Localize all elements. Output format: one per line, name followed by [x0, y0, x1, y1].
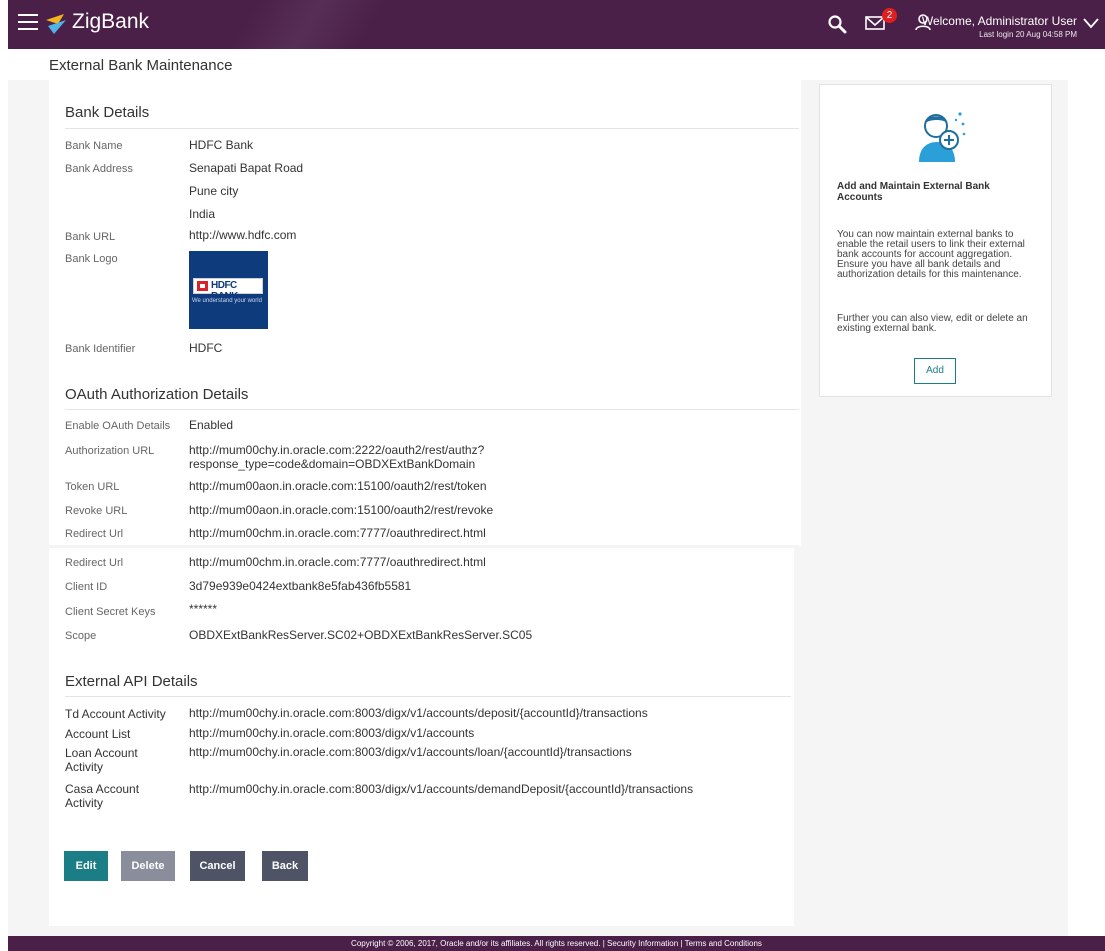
token-url-value: http://mum00aon.in.oracle.com:15100/oaut… — [189, 479, 487, 493]
bank-address-label: Bank Address — [65, 163, 133, 175]
last-login-text: Last login 20 Aug 04:58 PM — [979, 30, 1077, 39]
zigbank-logo-icon — [46, 14, 66, 34]
external-api-heading: External API Details — [65, 673, 198, 690]
section-divider — [65, 696, 791, 697]
address-line1: Senapati Bapat Road — [189, 161, 304, 175]
help-card-text-2: Further you can also view, edit or delet… — [837, 313, 1028, 334]
logo-strip: HDFC BANK — [193, 278, 263, 302]
section-divider — [65, 128, 799, 129]
page-title: External Bank Maintenance — [49, 57, 233, 74]
footer-separator: | — [680, 939, 683, 948]
welcome-text: Welcome, Administrator User — [921, 14, 1077, 28]
oauth-heading: OAuth Authorization Details — [65, 386, 249, 403]
address-line3: India — [189, 207, 216, 221]
edit-button[interactable]: Edit — [64, 851, 108, 881]
token-url-label: Token URL — [65, 481, 120, 493]
bank-logo-image: HDFC BANK We understand your world — [189, 251, 268, 329]
top-navigation-bar: ZigBank 2 Welcome, Administrator User La… — [8, 0, 1105, 49]
notification-badge: 2 — [882, 8, 897, 23]
redirect-url-label-2: Redirect Url — [65, 557, 124, 569]
casa-activity-label: Casa Account Activity — [65, 782, 139, 810]
bank-identifier-value: HDFC — [189, 341, 223, 355]
loan-activity-label-line1: Loan Account — [65, 746, 138, 760]
logo-tagline: We understand your world — [192, 298, 262, 304]
cancel-button[interactable]: Cancel — [190, 851, 245, 881]
client-id-label: Client ID — [65, 581, 108, 593]
scope-label: Scope — [65, 630, 97, 642]
enable-oauth-value: Enabled — [189, 418, 234, 432]
bank-url-value: http://www.hdfc.com — [189, 228, 297, 242]
loan-activity-label-line2: Activity — [65, 760, 104, 774]
casa-activity-url: http://mum00chy.in.oracle.com:8003/digx/… — [189, 782, 694, 796]
bank-logo-label: Bank Logo — [65, 253, 118, 265]
bank-name-label: Bank Name — [65, 140, 123, 152]
security-information-link[interactable]: Security Information — [607, 939, 678, 948]
help-card: Add and Maintain External Bank Accounts … — [819, 84, 1052, 397]
add-button[interactable]: Add — [914, 358, 956, 384]
delete-button[interactable]: Delete — [121, 851, 175, 881]
section-divider — [65, 409, 799, 410]
revoke-url-label: Revoke URL — [65, 505, 128, 517]
user-welcome[interactable]: Welcome, Administrator User Last login 2… — [922, 14, 1077, 42]
bank-details-heading: Bank Details — [65, 104, 150, 121]
copyright-text: Copyright © 2006, 2017, Oracle and/or it… — [351, 939, 601, 948]
td-activity-url: http://mum00chy.in.oracle.com:8003/digx/… — [189, 706, 648, 720]
loan-activity-url: http://mum00chy.in.oracle.com:8003/digx/… — [189, 745, 632, 759]
brand-name[interactable]: ZigBank — [72, 10, 149, 34]
account-list-label: Account List — [65, 727, 131, 741]
search-icon[interactable] — [826, 13, 848, 35]
client-id-value: 3d79e939e0424extbank8e5fab436fb5581 — [189, 579, 412, 593]
terms-and-conditions-link[interactable]: Terms and Conditions — [685, 939, 762, 948]
footer: Copyright © 2006, 2017, Oracle and/or it… — [8, 936, 1105, 951]
client-secret-label: Client Secret Keys — [65, 606, 156, 618]
scope-value: OBDXExtBankResServer.SC02+OBDXExtBankRes… — [189, 628, 533, 642]
page-break-divider — [49, 545, 799, 548]
client-secret-value: ****** — [189, 602, 218, 616]
revoke-url-value: http://mum00aon.in.oracle.com:15100/oaut… — [189, 503, 494, 517]
help-card-title: Add and Maintain External Bank Accounts — [837, 181, 990, 203]
redirect-url-value-2: http://mum00chm.in.oracle.com:7777/oauth… — [189, 555, 486, 569]
authorization-url-line1: http://mum00chy.in.oracle.com:2222/oauth… — [189, 443, 485, 457]
details-panel — [49, 80, 801, 546]
enable-oauth-label: Enable OAuth Details — [65, 420, 171, 432]
bank-user-add-icon — [919, 112, 966, 162]
td-activity-label: Td Account Activity — [65, 707, 166, 721]
authorization-url-label: Authorization URL — [65, 445, 155, 457]
casa-activity-label-line2: Activity — [65, 796, 104, 810]
redirect-url-label: Redirect Url — [65, 528, 124, 540]
footer-separator: | — [602, 939, 605, 948]
bank-url-label: Bank URL — [65, 231, 116, 243]
casa-activity-label-line1: Casa Account — [65, 782, 140, 796]
authorization-url-line2: response_type=code&domain=OBDXExtBankDom… — [189, 457, 476, 471]
bank-name-value: HDFC Bank — [189, 138, 254, 152]
loan-activity-label: Loan Account Activity — [65, 746, 138, 774]
hdfc-mark-icon — [197, 281, 208, 291]
menu-icon[interactable] — [18, 14, 38, 32]
chevron-down-icon[interactable] — [1083, 17, 1099, 29]
redirect-url-value: http://mum00chm.in.oracle.com:7777/oauth… — [189, 526, 486, 540]
back-button[interactable]: Back — [262, 851, 308, 881]
header-decoration — [158, 0, 458, 49]
help-card-text: You can now maintain external banks to e… — [837, 229, 1025, 280]
address-line2: Pune city — [189, 184, 239, 198]
bank-identifier-label: Bank Identifier — [65, 343, 136, 355]
account-list-url: http://mum00chy.in.oracle.com:8003/digx/… — [189, 726, 475, 740]
